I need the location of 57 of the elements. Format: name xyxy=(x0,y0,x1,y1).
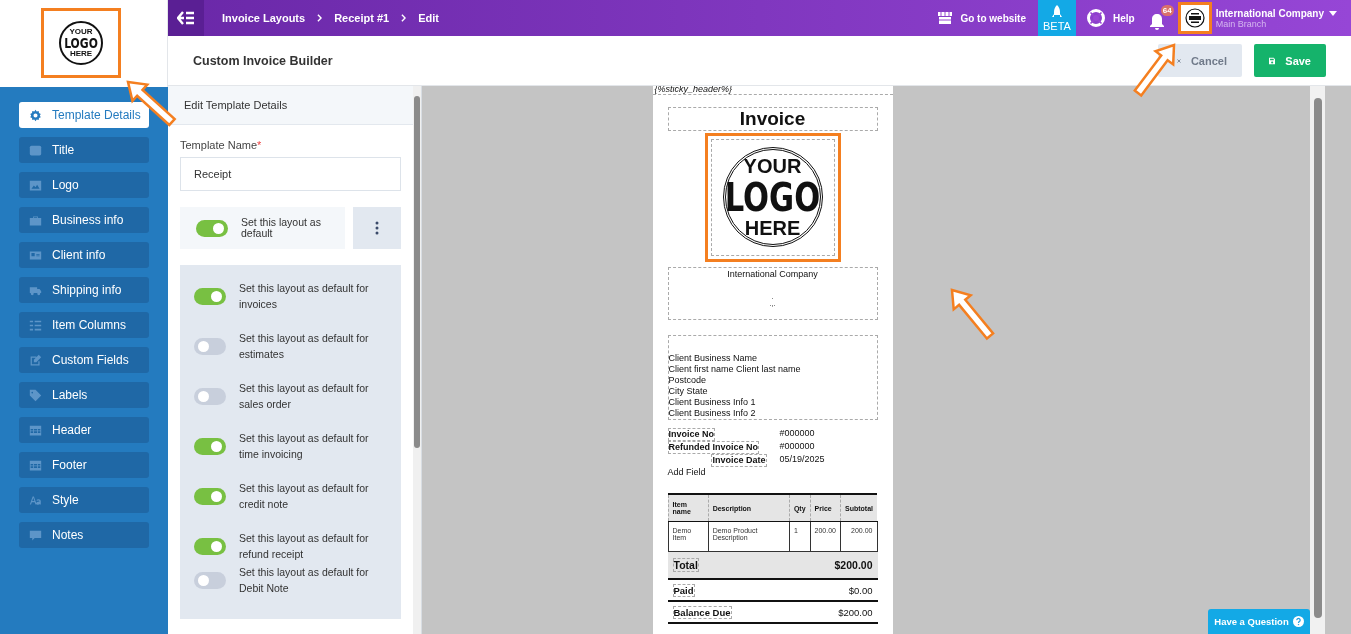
sidebar-item[interactable]: Title xyxy=(19,137,149,163)
company-name: International Company xyxy=(727,268,818,279)
breadcrumb-link[interactable]: Invoice Layouts xyxy=(222,12,306,24)
toggle-label: Set this layout as default for invoices xyxy=(239,281,370,312)
total-label: Balance Due xyxy=(672,606,732,619)
client-line: City State xyxy=(668,386,709,397)
sidebar-item[interactable]: Item Columns xyxy=(19,312,149,338)
sidebar-item[interactable]: Client info xyxy=(19,242,149,268)
breadcrumb-link[interactable]: Receipt #1 xyxy=(334,12,390,24)
total-value: $0.00 xyxy=(848,585,873,596)
toggle-label: Set this layout as default for time invoicing xyxy=(239,431,370,462)
go-to-website-link[interactable]: Go to website xyxy=(937,11,1026,25)
client-line: Postcode xyxy=(668,375,708,386)
toggle-label: Set this layout as default for sales order xyxy=(239,381,370,412)
field-label: Template Name* xyxy=(180,139,263,151)
toggle-label: Set this layout as default for estimates xyxy=(239,331,370,362)
panel-header: Edit Template Details xyxy=(168,86,413,125)
sidebar-item[interactable]: Business info xyxy=(19,207,149,233)
total-label: Total xyxy=(672,558,699,572)
sidebar-item[interactable]: Custom Fields xyxy=(19,347,149,373)
company-switcher[interactable]: International Company Main Branch xyxy=(1211,7,1351,29)
logo: YOUR LOGO HERE xyxy=(41,8,121,78)
toggle-label: Set this layout as default for refund receipt xyxy=(239,531,370,562)
sidebar-item[interactable]: Labels xyxy=(19,382,149,408)
breadcrumb-link[interactable]: Edit xyxy=(418,12,439,24)
invoice-title: Invoice xyxy=(667,107,878,131)
toggle-label: Set this layout as default for credit note xyxy=(239,481,370,512)
meta-value: 05/19/2025 xyxy=(779,454,826,466)
notification-badge: 64 xyxy=(1160,5,1174,16)
meta-value: #000000 xyxy=(779,428,816,440)
meta-label: Refunded Invoice No xyxy=(667,441,759,454)
sidebar-item[interactable]: Logo xyxy=(19,172,149,198)
client-line: Client first name Client last name xyxy=(668,364,802,375)
client-line: Client Business Info 2 xyxy=(668,408,757,419)
placeholder-tag: {%sticky_header%} xyxy=(652,86,893,95)
toggle-label: Set this layout as default for Debit Note xyxy=(239,565,370,596)
meta-label: Invoice No xyxy=(667,428,715,441)
toggle-label: Set this layout as default xyxy=(241,217,322,239)
total-value: $200.00 xyxy=(838,607,873,618)
sidebar-item[interactable]: Notes xyxy=(19,522,149,548)
template-name-field[interactable]: Receipt xyxy=(180,157,401,191)
sidebar-item[interactable]: Shipping info xyxy=(19,277,149,303)
sidebar-item[interactable]: Footer xyxy=(19,452,149,478)
client-line: Client Business Info 1 xyxy=(668,397,757,408)
client-line: Client Business Name xyxy=(668,353,759,364)
sidebar-item[interactable]: Style xyxy=(19,487,149,513)
sidebar-item[interactable]: Template Details xyxy=(19,102,149,128)
total-value: $200.00 xyxy=(834,559,873,571)
logo: YOUR LOGO HERE xyxy=(704,133,841,262)
total-label: Paid xyxy=(672,584,695,597)
add-field-link[interactable]: Add Field xyxy=(667,467,878,477)
notifications-button[interactable]: 64 xyxy=(1148,5,1174,31)
sidebar-item[interactable]: Header xyxy=(19,417,149,443)
meta-label: Invoice Date xyxy=(711,454,767,467)
meta-value: #000000 xyxy=(779,441,816,453)
page-title: Custom Invoice Builder xyxy=(193,53,333,68)
help-link[interactable]: Help xyxy=(1085,8,1135,28)
